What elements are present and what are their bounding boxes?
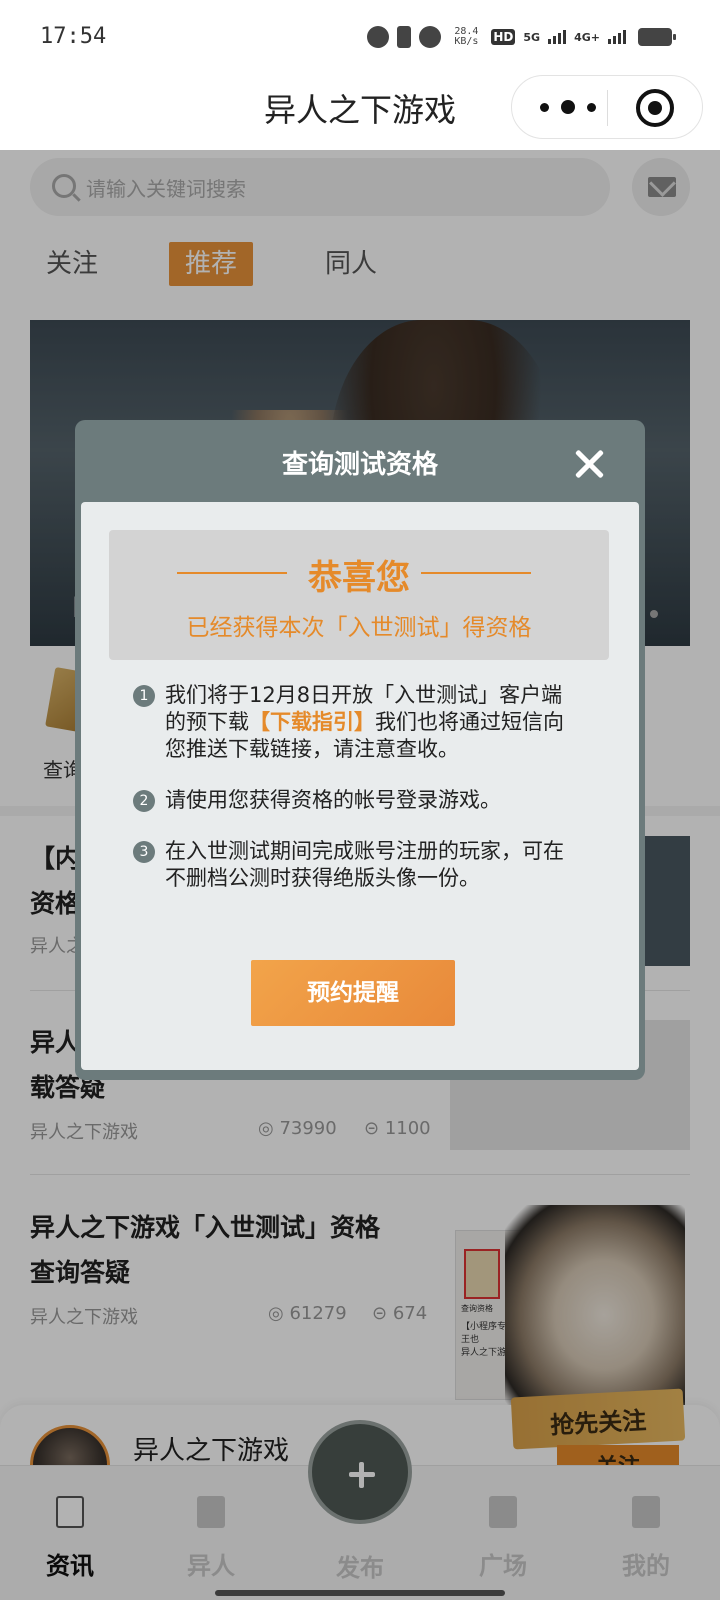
title-bar: 异人之下游戏 [0,75,720,150]
status-icons: 28.4 KB/s HD 5G 4G+ [367,26,676,48]
network-speed: 28.4 KB/s [449,27,483,47]
status-time: 17:54 [40,24,107,49]
qualification-modal: 查询测试资格 恭喜您 已经获得本次「入世测试」得资格 1 我们将于12月8日开放… [75,420,645,1080]
number-3-icon: 3 [133,841,155,863]
alarm-icon [367,26,390,48]
number-2-icon: 2 [133,790,155,812]
speed-unit: KB/s [454,36,479,47]
notice-item: 1 我们将于12月8日开放「入世测试」客户端的预下载【下载指引】我们也将通过短信… [133,682,573,763]
signal-5g-label: 5G [523,30,541,44]
hd-icon: HD [491,29,516,45]
capsule-divider [607,90,608,126]
number-1-icon: 1 [133,685,155,707]
mini-program-capsule [511,75,703,139]
status-bar: 17:54 28.4 KB/s HD 5G 4G+ [0,0,720,75]
decor-line-right [421,572,531,574]
modal-body: 恭喜您 已经获得本次「入世测试」得资格 1 我们将于12月8日开放「入世测试」客… [81,502,639,1070]
notice-item: 2 请使用您获得资格的帐号登录游戏。 [133,787,573,814]
download-guide-link[interactable]: 【下载指引】 [249,710,375,734]
modal-title: 查询测试资格 [281,450,438,480]
battery-icon [638,28,676,46]
congrats-subtitle: 已经获得本次「入世测试」得资格 [186,615,532,641]
congrats-title: 恭喜您 [308,558,410,598]
signal-4g-label: 4G+ [574,30,600,44]
signal-4g-icon [608,30,626,44]
congrats-panel: 恭喜您 已经获得本次「入世测试」得资格 [109,530,609,660]
moon-icon [419,26,442,48]
close-mini-program-icon[interactable] [636,89,674,127]
notice-list: 1 我们将于12月8日开放「入世测试」客户端的预下载【下载指引】我们也将通过短信… [133,682,573,916]
signal-5g-icon [548,30,567,44]
vibrate-icon [397,26,412,48]
notice-item: 3 在入世测试期间完成账号注册的玩家，可在不删档公测时获得绝版头像一份。 [133,838,573,892]
more-icon[interactable] [540,94,596,120]
notice-text: 在入世测试期间完成账号注册的玩家，可在不删档公测时获得绝版头像一份。 [165,839,564,890]
reminder-button[interactable]: 预约提醒 [251,960,455,1026]
close-icon[interactable] [573,448,605,480]
notice-text: 请使用您获得资格的帐号登录游戏。 [165,788,501,812]
